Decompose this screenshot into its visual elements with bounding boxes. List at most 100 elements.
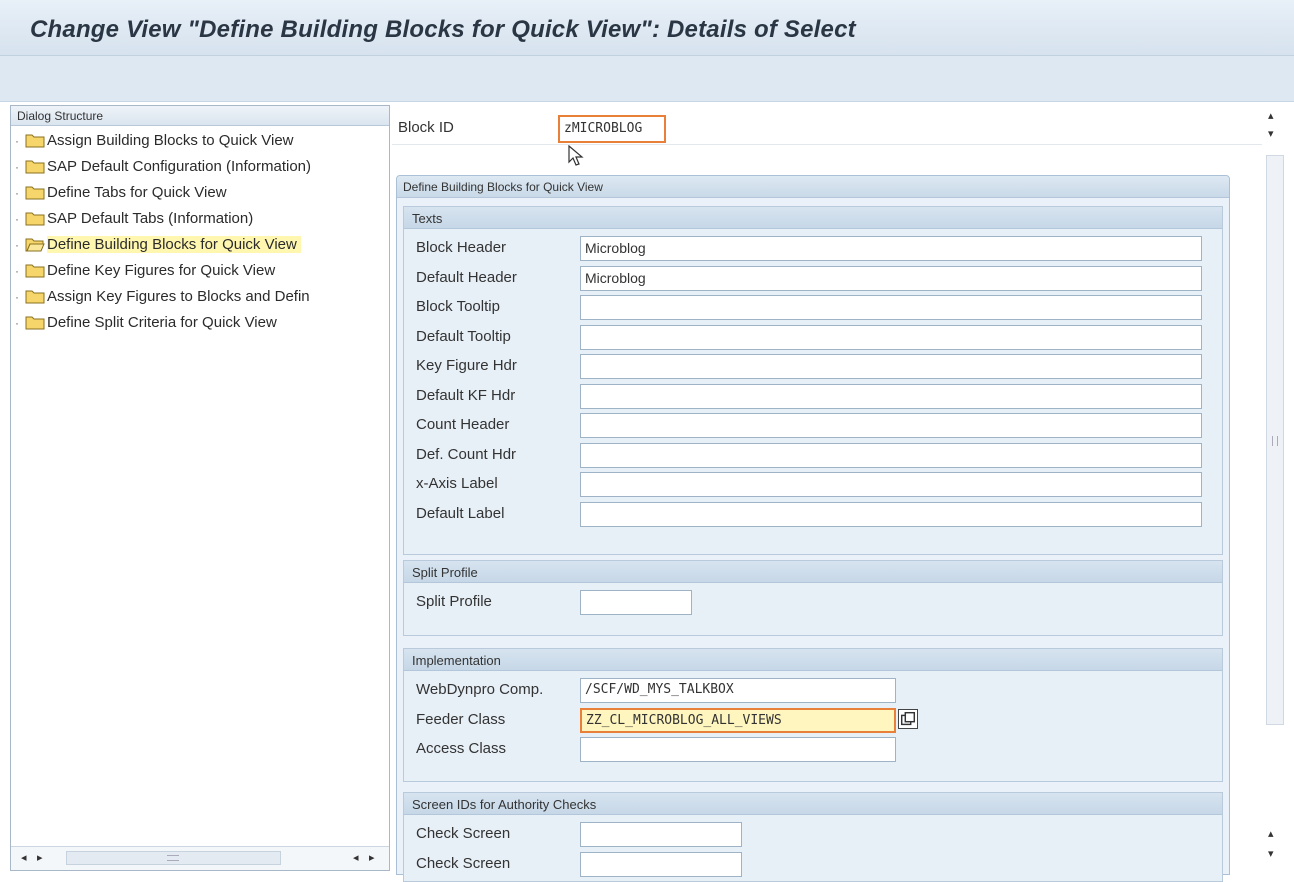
scroll-left-icon[interactable]: ◂ — [21, 851, 27, 864]
tree-bullet-icon: · — [15, 316, 19, 330]
field-label: Default Header — [416, 268, 517, 286]
scroll-down-icon[interactable]: ▾ — [1268, 127, 1274, 140]
field-label: Default KF Hdr — [416, 386, 516, 404]
field-row-block-header: Block Header Microblog — [404, 233, 1222, 263]
block-tooltip-input[interactable] — [580, 295, 1202, 320]
scroll-right-end-icon[interactable]: ▸ — [369, 851, 375, 864]
tree-bullet-icon: · — [15, 134, 19, 148]
feeder-class-input[interactable]: ZZ_CL_MICROBLOG_ALL_VIEWS — [580, 707, 896, 733]
field-label: WebDynpro Comp. — [416, 681, 544, 698]
default-header-input[interactable]: Microblog — [580, 265, 1202, 291]
tree-bullet-icon: · — [15, 290, 19, 304]
field-label: Block Tooltip — [416, 298, 500, 315]
scroll-track[interactable] — [1266, 155, 1284, 725]
field-label: Check Screen — [416, 825, 511, 842]
default-kf-hdr-input[interactable] — [580, 383, 1202, 409]
building-blocks-group-header: Define Building Blocks for Quick View — [397, 176, 1229, 198]
tree-item-define-building-blocks[interactable]: · Define Building Blocks for Quick View — [11, 233, 389, 259]
field-row-key-figure-hdr: Key Figure Hdr — [404, 351, 1222, 381]
def-count-hdr-input[interactable] — [580, 442, 1202, 468]
field-row-x-axis-label: x-Axis Label — [404, 469, 1222, 499]
field-row-feeder-class: Feeder Class ZZ_CL_MICROBLOG_ALL_VIEWS — [404, 705, 1222, 735]
split-profile-section-header: Split Profile — [404, 561, 1222, 583]
tree-item-sap-default-configuration[interactable]: · SAP Default Configuration (Information) — [11, 155, 389, 181]
folder-icon — [25, 210, 45, 226]
mouse-pointer-icon — [568, 145, 584, 166]
folder-icon — [25, 314, 45, 330]
dialog-structure-tree: · Assign Building Blocks to Quick View · S… — [11, 126, 389, 337]
scroll-grip[interactable] — [167, 855, 179, 861]
tree-item-define-tabs[interactable]: · Define Tabs for Quick View — [11, 181, 389, 207]
field-row-split-profile: Split Profile — [404, 587, 1222, 617]
scroll-up-bottom-icon[interactable]: ▴ — [1268, 827, 1274, 840]
field-row-block-tooltip: Block Tooltip — [404, 292, 1222, 322]
scroll-right-icon[interactable]: ▸ — [37, 851, 43, 864]
tree-item-assign-building-blocks[interactable]: · Assign Building Blocks to Quick View — [11, 129, 389, 155]
block-id-row: Block ID zMICROBLOG — [392, 105, 1262, 145]
tree-item-define-key-figures[interactable]: · Define Key Figures for Quick View — [11, 259, 389, 285]
implementation-section: Implementation WebDynpro Comp. /SCF/WD_MY… — [403, 648, 1223, 782]
field-label: x-Axis Label — [416, 475, 498, 492]
building-blocks-group: Define Building Blocks for Quick View Te… — [396, 175, 1230, 882]
scroll-down-bottom-icon[interactable]: ▾ — [1268, 847, 1274, 860]
authority-checks-section-header: Screen IDs for Authority Checks — [404, 793, 1222, 815]
tree-item-define-split-criteria[interactable]: · Define Split Criteria for Quick View — [11, 311, 389, 337]
field-row-default-header: Default Header Microblog — [404, 263, 1222, 293]
split-profile-section: Split Profile Split Profile — [403, 560, 1223, 636]
authority-checks-section: Screen IDs for Authority Checks Check Sc… — [403, 792, 1223, 882]
details-vertical-scrollbar[interactable]: ▴ ▾ ▴ ▾ — [1264, 105, 1286, 871]
access-class-input[interactable] — [580, 737, 896, 762]
x-axis-label-input[interactable] — [580, 472, 1202, 497]
folder-icon — [25, 184, 45, 200]
check-screen-input[interactable] — [580, 851, 742, 877]
folder-icon — [25, 262, 45, 278]
value-help-icon[interactable] — [898, 708, 918, 729]
field-row-access-class: Access Class — [404, 734, 1222, 764]
split-profile-input[interactable] — [580, 590, 692, 615]
folder-icon — [25, 132, 45, 148]
dialog-structure-pane: Dialog Structure · Assign Building Blocks… — [10, 105, 390, 871]
block-id-field[interactable]: zMICROBLOG — [558, 115, 666, 143]
scroll-track[interactable] — [66, 851, 281, 865]
field-row-count-header: Count Header — [404, 410, 1222, 440]
tree-bullet-icon: · — [15, 264, 19, 278]
field-row-check-screen: Check Screen — [404, 849, 1222, 879]
application-toolbar — [0, 56, 1294, 102]
folder-icon — [25, 158, 45, 174]
field-label: Key Figure Hdr — [416, 357, 517, 374]
block-header-input[interactable]: Microblog — [580, 236, 1202, 261]
details-pane: Block ID zMICROBLOG Define Building Bloc… — [392, 105, 1262, 882]
folder-icon — [25, 288, 45, 304]
field-row-webdynpro-comp: WebDynpro Comp. /SCF/WD_MYS_TALKBOX — [404, 675, 1222, 705]
webdynpro-comp-input[interactable]: /SCF/WD_MYS_TALKBOX — [580, 678, 896, 703]
scroll-grip[interactable] — [1272, 436, 1278, 446]
key-figure-hdr-input[interactable] — [580, 354, 1202, 379]
tree-bullet-icon: · — [15, 160, 19, 174]
field-label: Count Header — [416, 416, 510, 433]
tree-horizontal-scrollbar[interactable]: ◂ ▸ ◂ ▸ — [11, 846, 389, 870]
field-row-check-screen: Check Screen — [404, 819, 1222, 849]
field-label: Block Header — [416, 239, 507, 256]
open-folder-icon — [25, 236, 45, 252]
count-header-input[interactable] — [580, 413, 1202, 438]
block-id-label: Block ID — [398, 119, 454, 136]
tree-bullet-icon: · — [15, 212, 19, 226]
field-label: Feeder Class — [416, 710, 506, 728]
field-row-def-count-hdr: Def. Count Hdr — [404, 440, 1222, 470]
scroll-up-icon[interactable]: ▴ — [1268, 109, 1274, 122]
field-label: Access Class — [416, 740, 507, 757]
field-row-default-tooltip: Default Tooltip — [404, 322, 1222, 352]
default-label-input[interactable] — [580, 501, 1202, 527]
title-bar: Change View "Define Building Blocks for … — [0, 0, 1294, 56]
default-tooltip-input[interactable] — [580, 324, 1202, 350]
tree-bullet-icon: · — [15, 186, 19, 200]
scroll-left-end-icon[interactable]: ◂ — [353, 851, 359, 864]
field-label: Default Tooltip — [416, 327, 511, 345]
implementation-section-header: Implementation — [404, 649, 1222, 671]
tree-item-assign-key-figures[interactable]: · Assign Key Figures to Blocks and Defin — [11, 285, 389, 311]
field-label: Split Profile — [416, 593, 492, 610]
tree-item-sap-default-tabs[interactable]: · SAP Default Tabs (Information) — [11, 207, 389, 233]
field-row-default-label: Default Label — [404, 499, 1222, 529]
check-screen-input[interactable] — [580, 822, 742, 847]
texts-section: Texts Block Header Microblog Default Head… — [403, 206, 1223, 555]
